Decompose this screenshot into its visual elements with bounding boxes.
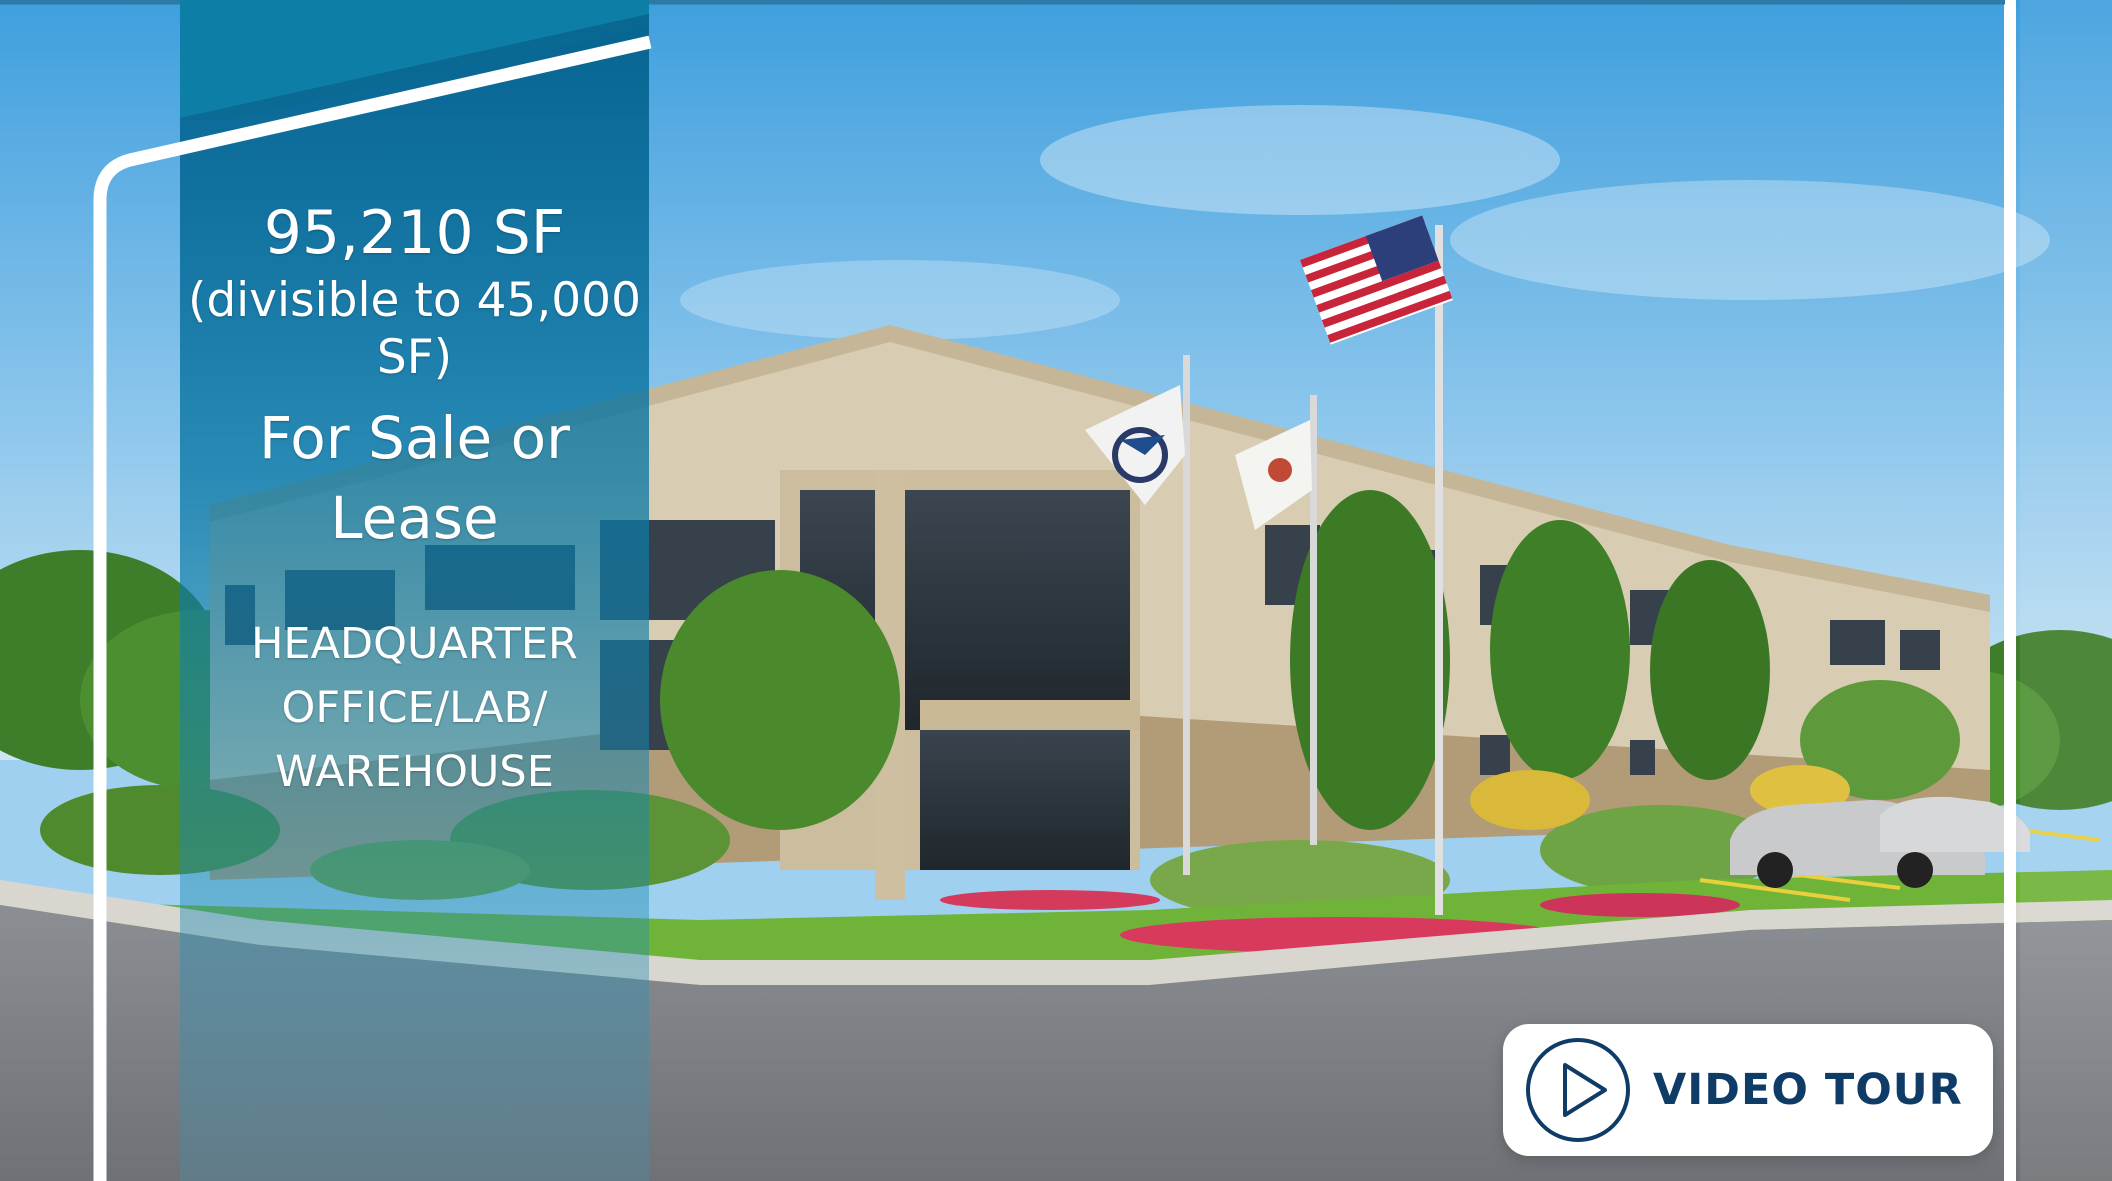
- listing-banner: 95,210 SF (divisible to 45,000 SF) For S…: [0, 0, 2112, 1181]
- video-tour-button[interactable]: VIDEO TOUR: [1503, 1024, 1993, 1156]
- video-tour-label: VIDEO TOUR: [1653, 1065, 1963, 1115]
- panel-cap: [180, 0, 649, 120]
- offer-heading: For Sale or Lease: [259, 404, 570, 552]
- size-heading: 95,210 SF: [263, 198, 566, 268]
- play-icon: [1526, 1038, 1630, 1142]
- headline-panel: [180, 0, 649, 1181]
- property-type: HEADQUARTER OFFICE/LAB/ WAREHOUSE: [251, 619, 578, 797]
- divisible-note: (divisible to 45,000 SF): [188, 273, 641, 385]
